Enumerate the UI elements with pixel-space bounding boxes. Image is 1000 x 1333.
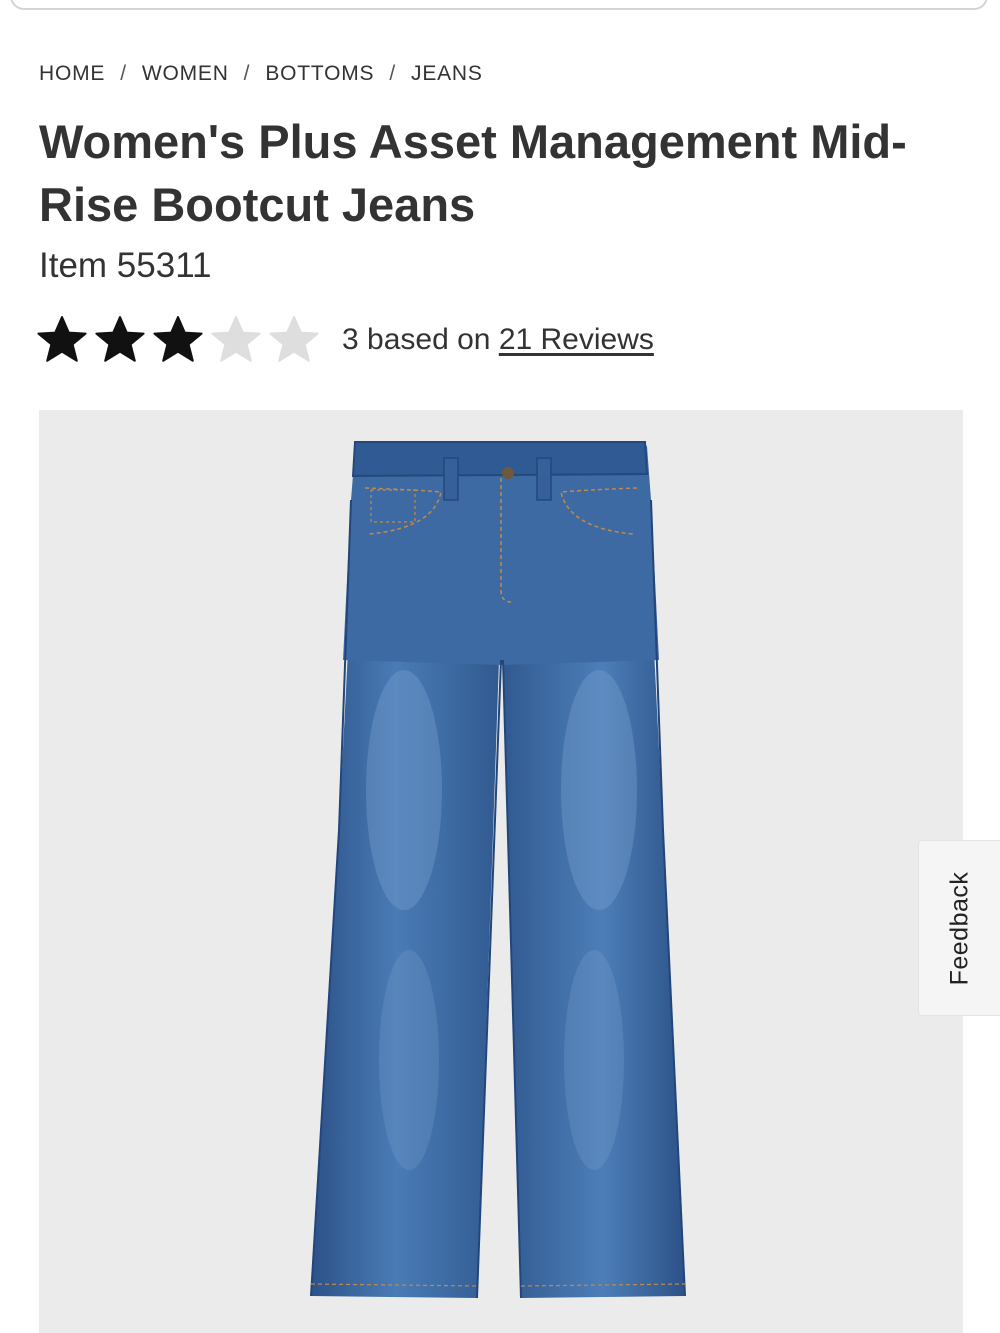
search-bar[interactable] [10, 0, 988, 10]
star-icon-filled [153, 316, 203, 362]
star-icon-empty [211, 316, 261, 362]
star-icon-filled [95, 316, 145, 362]
breadcrumb-women[interactable]: WOMEN [142, 62, 229, 85]
feedback-label: Feedback [945, 871, 974, 985]
product-image[interactable] [39, 410, 963, 1333]
breadcrumb-jeans[interactable]: JEANS [411, 62, 483, 85]
rating-stars [36, 314, 326, 366]
breadcrumb-separator: / [389, 62, 397, 85]
reviews-link[interactable]: 21 Reviews [499, 323, 654, 356]
breadcrumb-home[interactable]: HOME [39, 62, 105, 85]
breadcrumb-bottoms[interactable]: BOTTOMS [265, 62, 374, 85]
rating-summary: 3 based on 21 Reviews [342, 323, 654, 357]
breadcrumb-separator: / [243, 62, 251, 85]
item-number: Item 55311 [39, 246, 212, 285]
product-page: HOME / WOMEN / BOTTOMS / JEANS Women's Plus As… [0, 0, 1000, 1333]
product-rating: 3 based on 21 Reviews [36, 312, 654, 368]
feedback-tab[interactable]: Feedback [918, 840, 1000, 1016]
rating-text-prefix: 3 based on [342, 323, 491, 356]
breadcrumb-separator: / [120, 62, 127, 85]
product-title: Women's Plus Asset Management Mid-Rise B… [39, 115, 907, 231]
star-icon-filled [37, 316, 87, 362]
jeans-illustration [310, 441, 686, 1299]
star-icon-empty [269, 316, 319, 362]
breadcrumb: HOME / WOMEN / BOTTOMS / JEANS [39, 62, 483, 86]
